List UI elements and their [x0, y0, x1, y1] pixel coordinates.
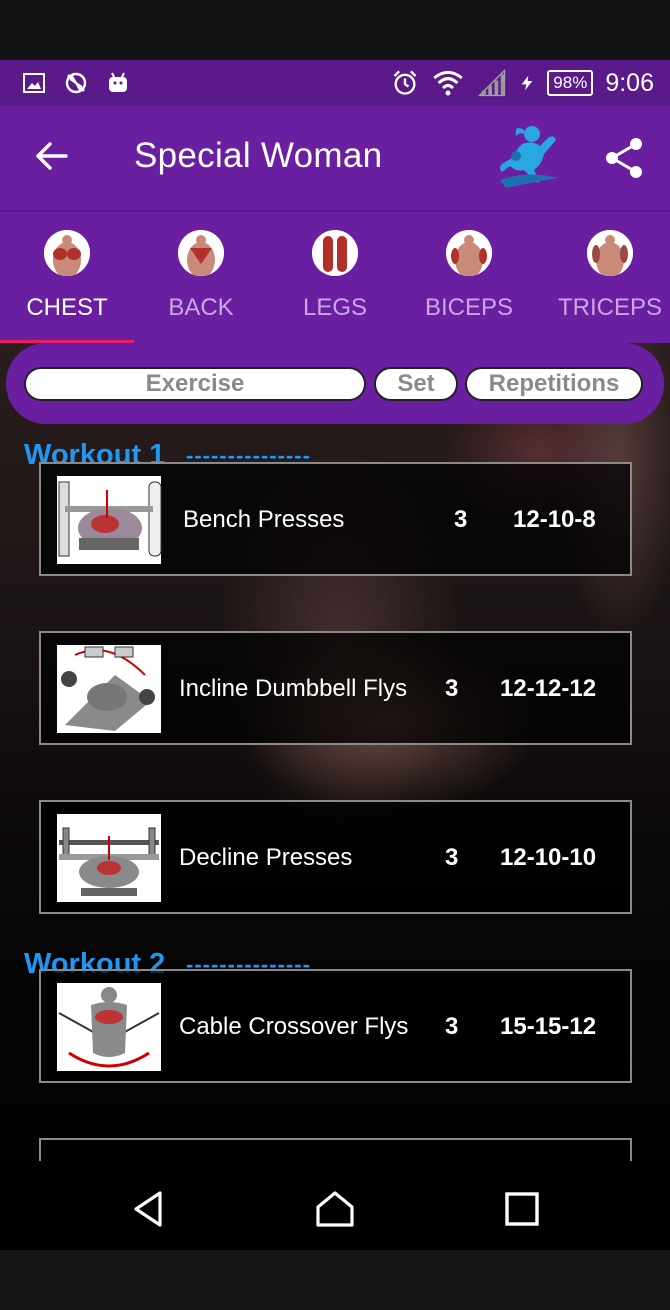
status-bar-right: 98% 9:06 — [391, 60, 654, 106]
tab-legs[interactable]: LEGS — [268, 212, 402, 343]
partial-exercise-illustration — [55, 1152, 163, 1161]
tab-label-back: BACK — [168, 294, 234, 321]
system-nav-bar — [0, 1161, 670, 1250]
biceps-muscle-icon — [446, 230, 492, 276]
alarm-icon — [393, 70, 417, 95]
status-bar: 98% 9:06 — [0, 60, 670, 106]
legs-muscle-icon — [312, 230, 358, 276]
header-set: Set — [374, 367, 458, 401]
exercise-name: Bench Presses — [183, 506, 345, 533]
incline-dumbbell-fly-illustration — [57, 645, 161, 733]
wifi-icon — [433, 70, 463, 96]
exercise-reps: 15-15-12 — [500, 1013, 597, 1040]
no-sync-icon — [65, 72, 87, 94]
header-repetitions: Repetitions — [465, 367, 643, 401]
exercise-set: 3 — [445, 675, 459, 702]
nav-recents-icon[interactable] — [502, 1189, 542, 1229]
exercise-name: Incline Dumbbell Flys — [179, 675, 408, 702]
exercise-set: 3 — [445, 844, 459, 871]
tab-back[interactable]: BACK — [134, 212, 268, 343]
exercise-card-bench-presses[interactable]: Bench Presses 3 12-10-8 — [39, 462, 632, 576]
exercise-card-decline-presses[interactable]: Decline Presses 3 12-10-10 — [39, 800, 632, 914]
exercise-card-partial[interactable] — [39, 1138, 632, 1161]
nav-home-icon[interactable] — [315, 1189, 355, 1229]
back-muscle-icon — [178, 230, 224, 276]
muscle-tabs: CHEST BACK LEGS BICEPS TRICEPS — [0, 210, 670, 344]
exercise-card-cable-crossover-flys[interactable]: Cable Crossover Flys 3 15-15-12 — [39, 969, 632, 1083]
android-icon — [109, 72, 127, 92]
tab-label-chest: CHEST — [26, 294, 108, 321]
exercise-reps: 12-10-10 — [500, 844, 597, 871]
nav-back-icon[interactable] — [130, 1189, 170, 1229]
table-header: Exercise Set Repetitions — [6, 343, 664, 424]
chest-muscle-icon — [44, 230, 90, 276]
tab-triceps[interactable]: TRICEPS — [536, 212, 670, 343]
share-icon[interactable] — [604, 136, 646, 180]
bottom-black-bar — [0, 1250, 670, 1310]
back-arrow-icon[interactable] — [30, 134, 74, 178]
cable-crossover-illustration — [57, 983, 161, 1071]
image-icon — [23, 73, 45, 93]
exercise-set: 3 — [454, 506, 468, 533]
tab-label-biceps: BICEPS — [424, 294, 514, 321]
status-time: 9:06 — [605, 68, 654, 97]
exercise-name: Cable Crossover Flys — [179, 1013, 409, 1040]
tab-chest[interactable]: CHEST — [0, 212, 134, 343]
exercise-set: 3 — [445, 1013, 459, 1040]
exercise-reps: 12-12-12 — [500, 675, 597, 702]
woman-fitness-logo-icon[interactable] — [494, 120, 564, 194]
tab-label-triceps: TRICEPS — [557, 294, 662, 321]
tab-label-legs: LEGS — [302, 294, 368, 321]
status-bar-left — [22, 71, 130, 95]
triceps-muscle-icon — [587, 230, 633, 276]
decline-press-illustration — [57, 814, 161, 902]
charging-icon — [521, 75, 533, 91]
bench-press-illustration — [57, 476, 162, 564]
signal-icon — [478, 68, 506, 97]
app-bar: Special Woman — [0, 106, 670, 210]
top-black-bar — [0, 0, 670, 60]
exercise-reps: 12-10-8 — [513, 506, 596, 533]
exercise-list[interactable]: Exercise Set Repetitions Workout 1 -----… — [0, 343, 670, 1161]
exercise-card-incline-dumbbell-flys[interactable]: Incline Dumbbell Flys 3 12-12-12 — [39, 631, 632, 745]
battery-level: 98% — [547, 70, 594, 96]
header-exercise: Exercise — [24, 367, 366, 401]
tab-biceps[interactable]: BICEPS — [402, 212, 536, 343]
exercise-name: Decline Presses — [179, 844, 353, 871]
app-title: Special Woman — [134, 136, 383, 175]
